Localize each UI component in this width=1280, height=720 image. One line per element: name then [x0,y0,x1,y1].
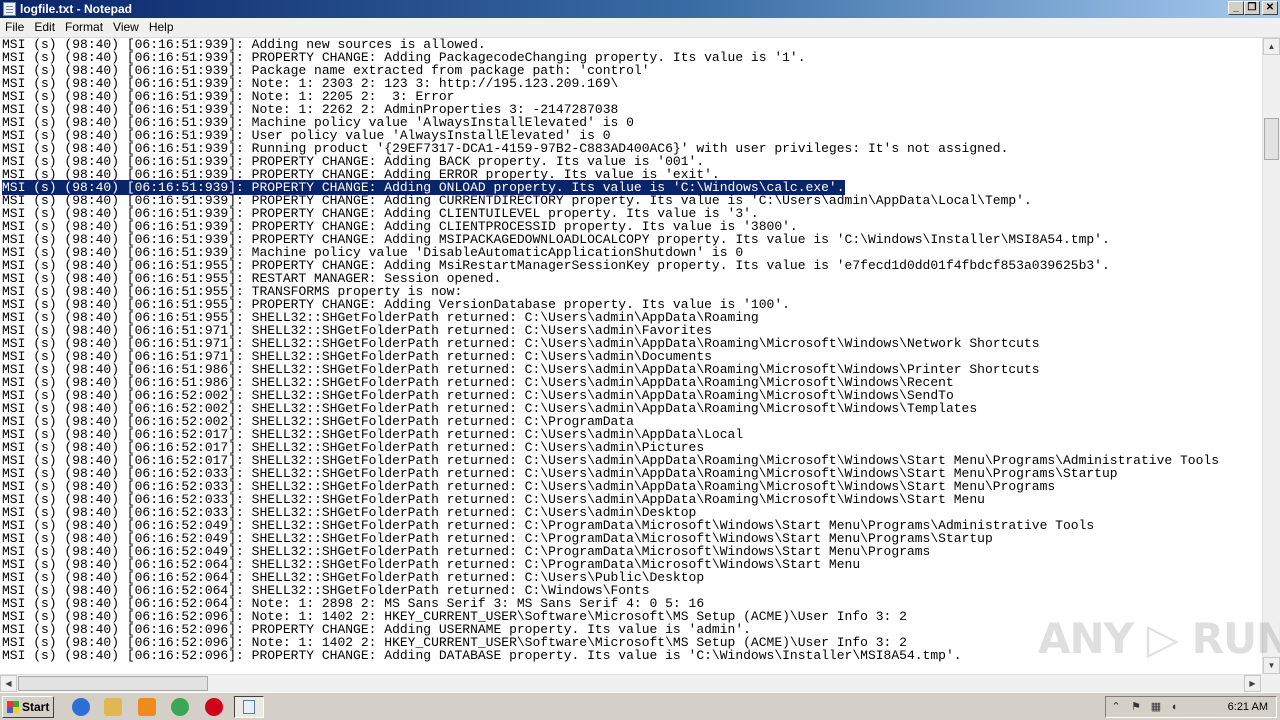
media-player-icon[interactable] [138,698,156,716]
horizontal-scroll-thumb[interactable] [18,676,208,691]
watermark-text: ANY ▷ RUN [1038,614,1280,663]
notepad-icon[interactable] [3,2,16,16]
vertical-scroll-thumb[interactable] [1264,118,1279,160]
window-title: logfile.txt - Notepad [20,2,132,16]
menu-bar: File Edit Format View Help [0,18,1280,38]
menu-file[interactable]: File [0,18,29,37]
opera-icon[interactable] [205,698,223,716]
minimize-button[interactable]: _ [1228,1,1244,15]
windows-logo-icon [7,701,19,713]
scroll-right-button[interactable]: ▶ [1244,675,1261,692]
close-button[interactable]: ✕ [1262,1,1278,15]
clock[interactable]: 6:21 AM [1228,697,1268,717]
action-center-flag-icon[interactable]: ⚑ [1130,701,1142,713]
start-button[interactable]: Start [2,696,54,718]
scroll-up-button[interactable]: ▲ [1263,38,1280,55]
network-icon[interactable]: ▦ [1150,701,1162,713]
menu-view[interactable]: View [108,18,144,37]
notepad-task-icon [243,700,255,714]
chrome-icon[interactable] [171,698,189,716]
system-tray: ⌃ ⚑ ▦ ◖ 6:21 AM [1105,696,1277,718]
tray-expand-icon[interactable]: ⌃ [1110,701,1122,713]
menu-format[interactable]: Format [60,18,108,37]
scroll-left-button[interactable]: ◀ [0,675,17,692]
start-label: Start [22,700,50,714]
vertical-scrollbar[interactable]: ▲ ▼ [1262,38,1280,674]
ie-icon[interactable] [72,698,90,716]
text-editor[interactable]: MSI (s) (98:40) [06:16:51:939]: Adding n… [0,38,1262,674]
explorer-icon[interactable] [104,698,122,716]
scrollbar-corner [1262,674,1280,692]
menu-help[interactable]: Help [144,18,179,37]
menu-edit[interactable]: Edit [29,18,60,37]
title-bar[interactable]: logfile.txt - Notepad _ ❐ ✕ [0,0,1280,18]
anyrun-watermark: ANY ▷ RUN [1038,606,1280,668]
taskbar-notepad-button[interactable] [234,696,264,718]
horizontal-scrollbar[interactable]: ◀ ▶ [0,674,1262,692]
taskbar: Start ⌃ ⚑ ▦ ◖ 6:21 AM [0,692,1280,720]
volume-icon[interactable]: ◖ [1168,701,1180,713]
maximize-button[interactable]: ❐ [1244,1,1260,15]
